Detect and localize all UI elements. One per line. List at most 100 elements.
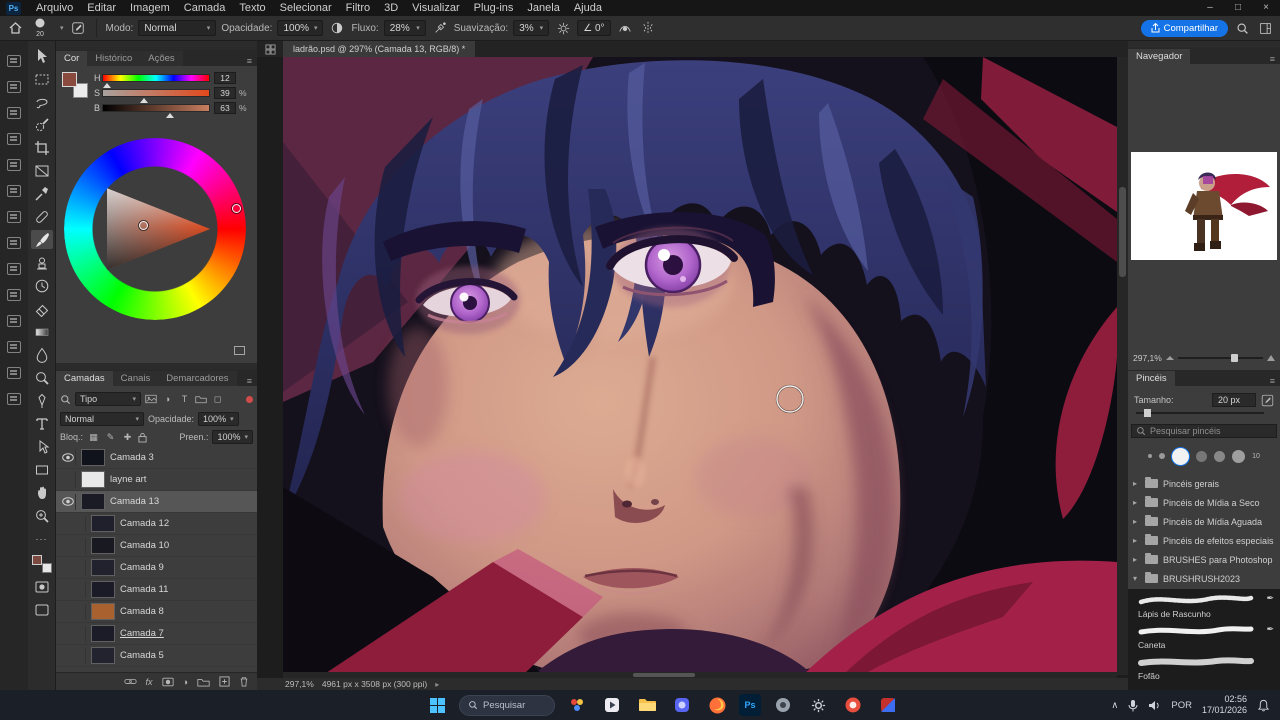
crop-tool[interactable]	[31, 138, 53, 157]
layer-row[interactable]: Camada 8	[56, 601, 257, 623]
taskbar-app-grey[interactable]	[770, 692, 796, 718]
horizontal-scroll-handle[interactable]	[633, 673, 695, 677]
menu-imagem[interactable]: Imagem	[123, 1, 177, 15]
brush-tip-preset-selected[interactable]	[1172, 447, 1190, 465]
dock-panel-icon[interactable]	[7, 107, 21, 119]
taskbar-clock[interactable]: 02:56 17/01/2026	[1202, 694, 1247, 717]
hue-slider[interactable]	[102, 74, 210, 88]
brush-preset-chevron-icon[interactable]: ▾	[60, 24, 64, 32]
layer-name[interactable]: Camada 7	[120, 628, 164, 639]
layer-thumbnail[interactable]	[81, 449, 105, 466]
brush-tool[interactable]	[30, 230, 53, 249]
zoom-in-icon[interactable]	[1267, 355, 1275, 361]
foreground-swatch[interactable]	[62, 72, 77, 87]
pressure-opacity-icon[interactable]	[328, 19, 346, 37]
brush-tip-preset[interactable]	[1148, 454, 1153, 458]
symmetry-icon[interactable]	[639, 19, 657, 37]
filter-smart-icon[interactable]: ◻	[211, 394, 224, 405]
blend-mode-dropdown[interactable]: Normal ▾	[60, 412, 144, 426]
lasso-tool[interactable]	[31, 92, 53, 111]
foreground-color-swatch[interactable]	[31, 555, 42, 565]
layer-thumbnail[interactable]	[91, 625, 115, 642]
layer-name[interactable]: Camada 5	[120, 650, 164, 661]
taskbar-search[interactable]: Pesquisar	[459, 694, 555, 716]
layer-thumbnail[interactable]	[91, 581, 115, 598]
panel-menu-icon[interactable]: ≡	[242, 56, 257, 66]
clone-stamp-tool[interactable]	[31, 253, 53, 272]
layer-name[interactable]: Camada 13	[110, 496, 159, 507]
airbrush-icon[interactable]	[431, 19, 449, 37]
ring-marker[interactable]	[232, 204, 241, 213]
foreground-background-swatches[interactable]	[31, 555, 52, 573]
search-icon[interactable]	[1233, 19, 1251, 37]
layer-row[interactable]: Camada 3	[56, 447, 257, 469]
layer-row[interactable]: Camada 12	[56, 513, 257, 535]
status-expand-icon[interactable]: ▸	[435, 680, 439, 689]
brush-tip-preset[interactable]	[1159, 453, 1166, 459]
brush-preset-item[interactable]: Lápis de Rascunho ✒	[1128, 591, 1280, 622]
eraser-tool[interactable]	[31, 299, 53, 318]
layer-effects-icon[interactable]: fx	[146, 677, 153, 687]
new-layer-icon[interactable]	[219, 676, 230, 687]
taskbar-settings-gear-icon[interactable]	[805, 692, 831, 718]
brush-settings-panel-icon[interactable]	[69, 19, 87, 37]
layer-name[interactable]: Camada 3	[110, 452, 154, 463]
layer-name[interactable]: Camada 9	[120, 562, 164, 573]
layer-row[interactable]: Camada 7	[56, 623, 257, 645]
menu-editar[interactable]: Editar	[80, 1, 123, 15]
eyedropper-tool[interactable]	[31, 184, 53, 203]
vertical-scroll-handle[interactable]	[1119, 187, 1126, 277]
artboard-grid-icon[interactable]	[257, 41, 283, 57]
dock-panel-icon[interactable]	[7, 367, 21, 379]
screen-mode-icon[interactable]	[31, 600, 53, 619]
layer-thumbnail[interactable]	[91, 559, 115, 576]
layer-visibility-toggle[interactable]	[70, 559, 86, 576]
document-tab[interactable]: ladrão.psd @ 297% (Camada 13, RGB/8) *	[283, 41, 476, 57]
menu-texto[interactable]: Texto	[232, 1, 272, 15]
brush-search-input[interactable]: Pesquisar pincéis	[1131, 424, 1277, 438]
triangle-marker[interactable]	[139, 221, 148, 230]
dock-panel-icon[interactable]	[7, 237, 21, 249]
tab-camadas[interactable]: Camadas	[56, 371, 113, 386]
dock-panel-icon[interactable]	[7, 289, 21, 301]
menu-filtro[interactable]: Filtro	[339, 1, 377, 15]
smoothing-dropdown[interactable]: 3% ▾	[513, 20, 550, 36]
tab-navegador[interactable]: Navegador	[1128, 49, 1191, 64]
layer-visibility-toggle[interactable]	[60, 493, 76, 510]
brush-tip-preset[interactable]	[1232, 449, 1246, 463]
menu-arquivo[interactable]: Arquivo	[29, 1, 80, 15]
layer-name[interactable]: Camada 8	[120, 606, 164, 617]
panel-color-swatches[interactable]	[62, 72, 88, 98]
filter-group-icon[interactable]	[195, 394, 207, 404]
brush-preset-item[interactable]: Caneta ✒	[1128, 622, 1280, 653]
dodge-tool[interactable]	[31, 368, 53, 387]
maximize-button[interactable]: □	[1224, 0, 1252, 16]
color-wheel[interactable]	[64, 138, 246, 320]
close-button[interactable]: ×	[1252, 0, 1280, 16]
tab-cor[interactable]: Cor	[56, 51, 88, 66]
dock-panel-icon[interactable]	[7, 81, 21, 93]
layer-visibility-toggle[interactable]	[70, 537, 86, 554]
mode-dropdown[interactable]: Normal ▾	[138, 20, 217, 36]
brush-size-handle[interactable]	[1144, 409, 1151, 417]
layer-visibility-toggle[interactable]	[70, 603, 86, 620]
hue-value[interactable]: 12	[214, 72, 236, 84]
layer-thumbnail[interactable]	[81, 493, 105, 510]
new-group-icon[interactable]	[197, 677, 210, 687]
brush-tip-preset[interactable]	[1132, 444, 1146, 458]
opacity-dropdown[interactable]: 100% ▾	[277, 20, 324, 36]
dock-panel-icon[interactable]	[7, 211, 21, 223]
language-indicator[interactable]: POR	[1171, 700, 1192, 711]
dock-panel-icon[interactable]	[7, 159, 21, 171]
dock-panel-icon[interactable]	[7, 185, 21, 197]
shape-tool[interactable]	[31, 460, 53, 479]
brush-size-field[interactable]: 20 px	[1212, 393, 1256, 407]
navigator-zoom-handle[interactable]	[1230, 354, 1238, 362]
link-layers-icon[interactable]	[123, 677, 137, 686]
quick-selection-tool[interactable]	[31, 115, 53, 134]
brush-folder[interactable]: ▸ Pincéis de Mídia Aguada	[1128, 512, 1280, 531]
layer-fill-field[interactable]: 100% ▾	[212, 430, 253, 444]
panel-menu-icon[interactable]: ≡	[1265, 376, 1280, 386]
dock-panel-icon[interactable]	[7, 55, 21, 67]
lock-all-icon[interactable]	[138, 432, 147, 443]
